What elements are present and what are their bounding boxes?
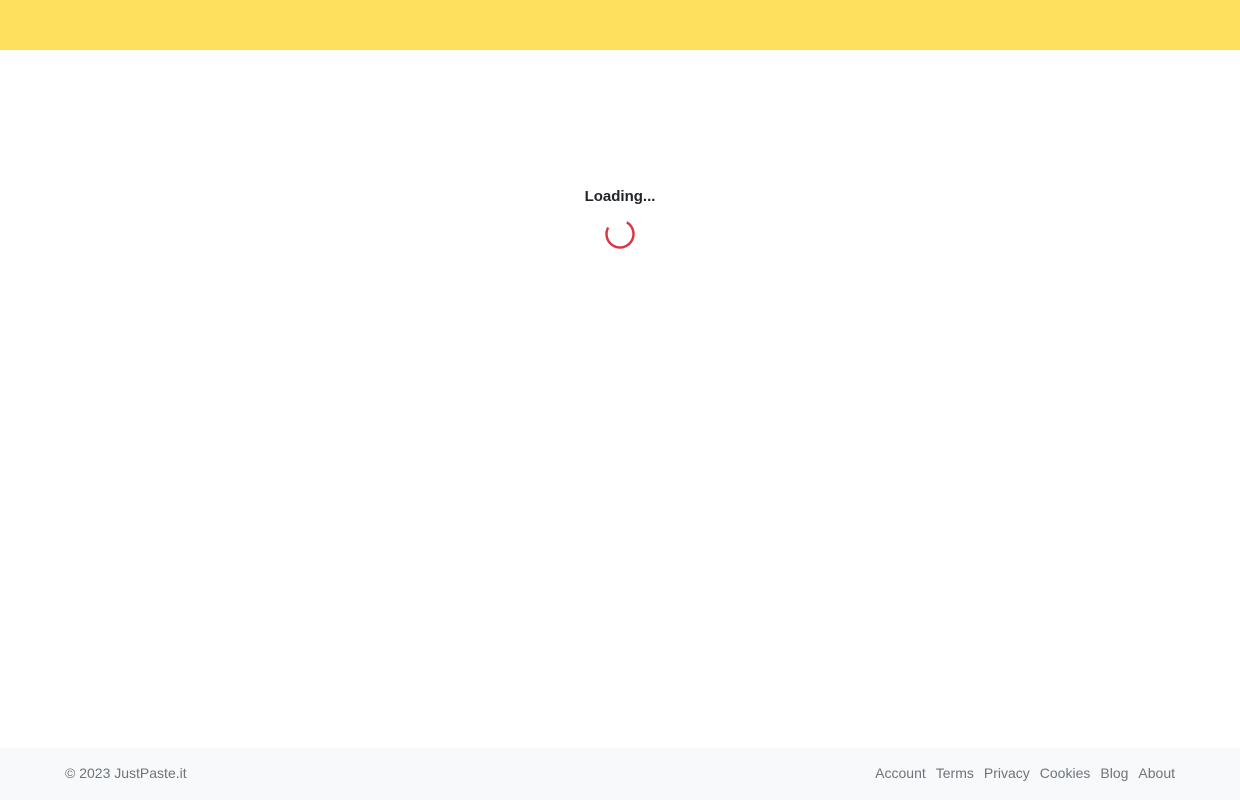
footer-link-account[interactable]: Account [875, 764, 926, 782]
main-content: Loading... [0, 50, 1240, 748]
copyright-year: © 2023 [65, 765, 111, 781]
page: Loading... © 2023 JustPaste.it Account T… [0, 0, 1240, 800]
footer-link-terms[interactable]: Terms [936, 764, 974, 782]
footer-link-blog[interactable]: Blog [1100, 764, 1128, 782]
footer: © 2023 JustPaste.it Account Terms Privac… [0, 748, 1240, 800]
loading-spinner-icon [605, 219, 635, 249]
top-header-bar [0, 0, 1240, 50]
footer-links: Account Terms Privacy Cookies Blog About [875, 764, 1175, 782]
footer-copyright: © 2023 JustPaste.it [65, 764, 187, 782]
loading-text: Loading... [584, 188, 656, 205]
footer-link-privacy[interactable]: Privacy [984, 764, 1030, 782]
footer-link-about[interactable]: About [1138, 764, 1175, 782]
brand-link[interactable]: JustPaste.it [114, 765, 186, 781]
loading-indicator: Loading... [0, 188, 1240, 250]
footer-link-cookies[interactable]: Cookies [1040, 764, 1091, 782]
